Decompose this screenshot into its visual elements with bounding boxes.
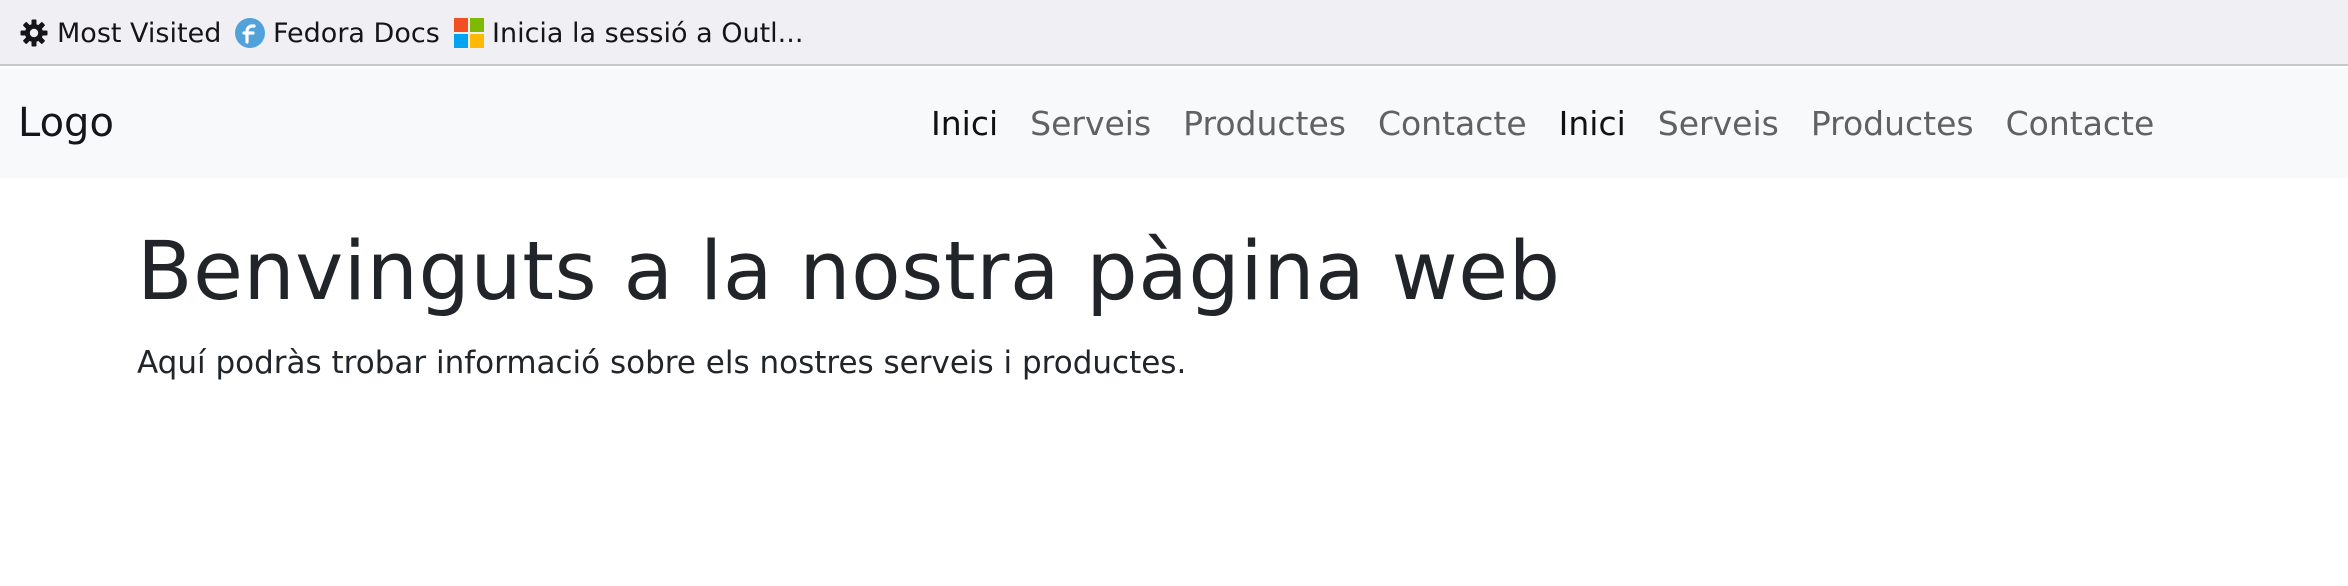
nav-link-inici[interactable]: Inici	[1543, 104, 1642, 143]
bookmark-most-visited[interactable]: Most Visited	[18, 0, 221, 66]
microsoft-icon	[453, 17, 485, 49]
bookmark-label: Fedora Docs	[273, 17, 440, 49]
nav-link-contacte[interactable]: Contacte	[1362, 104, 1543, 143]
nav-menu: Inici Serveis Productes Contacte Inici S…	[915, 68, 2170, 178]
fedora-icon	[234, 17, 266, 49]
page-title: Benvinguts a la nostra pàgina web	[137, 225, 1561, 319]
gear-icon	[18, 17, 50, 49]
bookmark-fedora-docs[interactable]: Fedora Docs	[234, 0, 440, 66]
nav-link-serveis[interactable]: Serveis	[1014, 104, 1167, 143]
nav-link-productes[interactable]: Productes	[1167, 104, 1362, 143]
brand-logo[interactable]: Logo	[18, 68, 114, 178]
bookmark-label: Most Visited	[57, 17, 222, 49]
nav-link-serveis[interactable]: Serveis	[1642, 104, 1795, 143]
nav-link-productes[interactable]: Productes	[1795, 104, 1990, 143]
nav-link-contacte[interactable]: Contacte	[1990, 104, 2171, 143]
bookmark-outlook[interactable]: Inicia la sessió a Outl...	[453, 0, 803, 66]
nav-link-inici[interactable]: Inici	[915, 104, 1014, 143]
site-navbar: Logo Inici Serveis Productes Contacte In…	[0, 68, 2348, 178]
intro-text: Aquí podràs trobar informació sobre els …	[137, 345, 1187, 381]
bookmarks-toolbar: Most Visited Fedora Docs Inicia la sessi…	[0, 0, 2348, 66]
bookmark-label: Inicia la sessió a Outl...	[492, 17, 804, 49]
